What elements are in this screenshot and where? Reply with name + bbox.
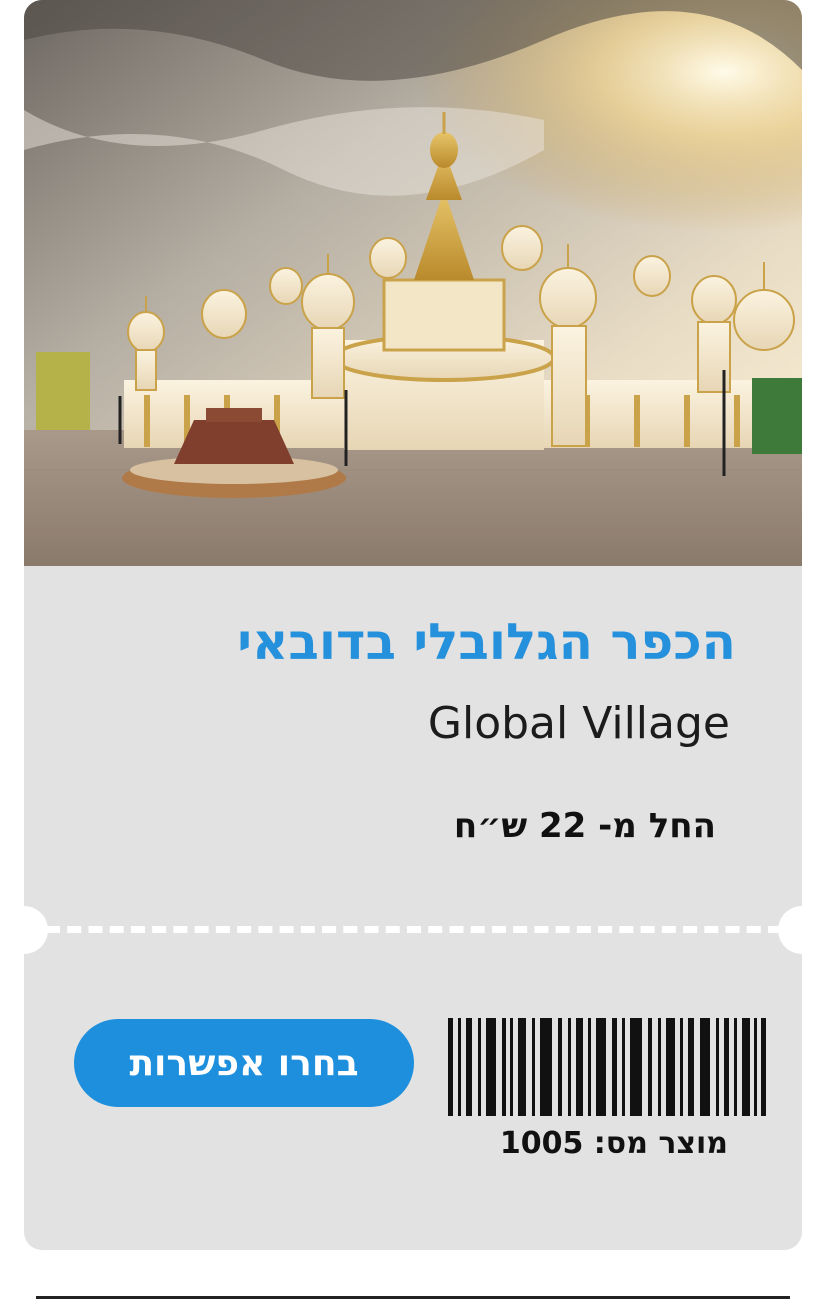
ticket-card[interactable]: הכפר הגלובלי בדובאי Global Village החל מ… bbox=[24, 0, 802, 1250]
ticket-notch-left bbox=[0, 906, 48, 954]
attraction-subtitle: Global Village bbox=[427, 698, 730, 749]
price-label: החל מ- 22 ש״ח bbox=[453, 806, 716, 846]
perforation-divider bbox=[46, 926, 782, 933]
ticket-notch-right bbox=[778, 906, 826, 954]
attraction-title: הכפר הגלובלי בדובאי bbox=[237, 613, 736, 671]
choose-option-button[interactable]: בחרו אפשרות bbox=[74, 1019, 414, 1107]
product-number: מוצר מס: 1005 bbox=[499, 1126, 728, 1161]
hero-image bbox=[24, 0, 802, 566]
barcode-icon bbox=[448, 1018, 768, 1116]
